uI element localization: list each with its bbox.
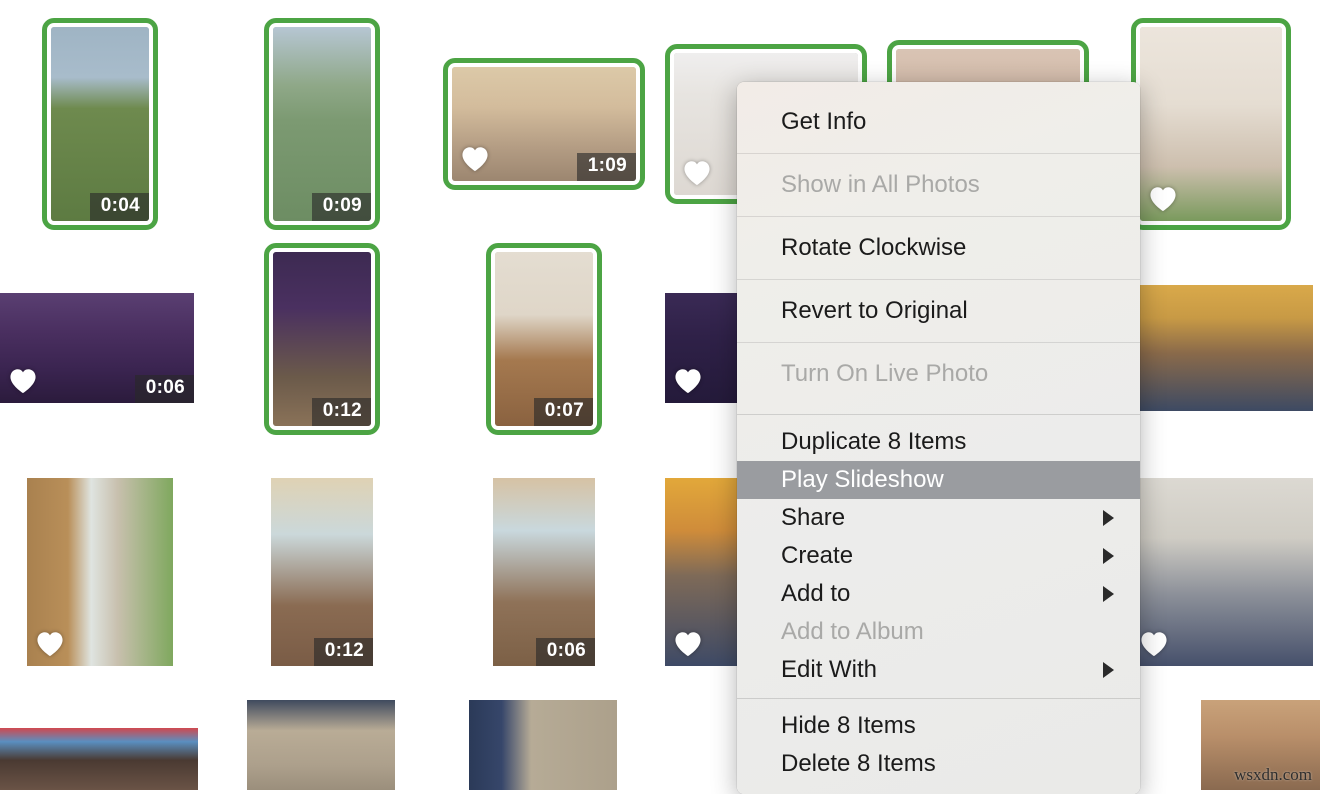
menu-item-turn-on-live-photo: Turn On Live Photo	[737, 343, 1140, 405]
photo-thumbnail[interactable]: 1:09	[443, 58, 645, 190]
menu-item-label: Hide 8 Items	[781, 712, 916, 739]
photo-thumbnail[interactable]: 0:04	[42, 18, 158, 230]
thumbnail-artwork	[1131, 285, 1313, 411]
thumbnail-image	[247, 700, 395, 790]
thumbnail-image	[1131, 478, 1313, 666]
video-duration-badge: 0:06	[134, 375, 194, 403]
thumbnail-artwork	[273, 27, 371, 221]
photo-thumbnail[interactable]: 0:06	[493, 478, 595, 666]
thumbnail-image	[0, 728, 198, 790]
photo-thumbnail[interactable]: 0:07	[486, 243, 602, 435]
photo-thumbnail[interactable]	[1131, 18, 1291, 230]
menu-item-share[interactable]: Share	[737, 499, 1140, 537]
menu-item-add-to[interactable]: Add to	[737, 575, 1140, 613]
menu-item-duplicate-8-items[interactable]: Duplicate 8 Items	[737, 423, 1140, 461]
menu-item-label: Add to Album	[781, 618, 924, 645]
menu-item-label: Get Info	[781, 108, 867, 135]
photo-thumbnail[interactable]	[27, 478, 173, 666]
submenu-arrow-icon	[1103, 586, 1114, 602]
thumbnail-image: 0:04	[51, 27, 149, 221]
submenu-arrow-icon	[1103, 510, 1114, 526]
favorite-heart-icon	[36, 631, 64, 657]
menu-item-label: Play Slideshow	[781, 466, 944, 493]
thumbnail-image: 0:06	[0, 293, 194, 403]
thumbnail-image: 0:06	[493, 478, 595, 666]
menu-item-label: Delete 8 Items	[781, 750, 936, 777]
video-duration-badge: 0:12	[311, 398, 371, 426]
photo-thumbnail[interactable]: 0:12	[271, 478, 373, 666]
menu-item-label: Revert to Original	[781, 297, 968, 324]
thumbnail-image: 0:07	[495, 252, 593, 426]
menu-item-rotate-clockwise[interactable]: Rotate Clockwise	[737, 217, 1140, 279]
thumbnail-artwork	[51, 27, 149, 221]
photo-thumbnail[interactable]: 0:06	[0, 293, 194, 403]
menu-item-show-in-all-photos: Show in All Photos	[737, 154, 1140, 216]
photo-thumbnail[interactable]	[0, 728, 198, 790]
thumbnail-artwork	[469, 700, 617, 790]
photo-thumbnail[interactable]	[469, 700, 617, 790]
menu-item-delete-8-items[interactable]: Delete 8 Items	[737, 745, 1140, 783]
menu-item-label: Add to	[781, 580, 851, 607]
video-duration-badge: 1:09	[576, 153, 636, 181]
menu-item-label: Show in All Photos	[781, 171, 980, 198]
menu-separator	[737, 698, 1140, 699]
thumbnail-image	[1140, 27, 1282, 221]
menu-item-create[interactable]: Create	[737, 537, 1140, 575]
thumbnail-image	[469, 700, 617, 790]
favorite-heart-icon	[461, 146, 489, 172]
favorite-heart-icon	[674, 368, 702, 394]
menu-item-get-info[interactable]: Get Info	[737, 91, 1140, 153]
photo-thumbnail[interactable]	[247, 700, 395, 790]
favorite-heart-icon	[1149, 186, 1177, 212]
video-duration-badge: 0:04	[89, 193, 149, 221]
menu-item-hide-8-items[interactable]: Hide 8 Items	[737, 707, 1140, 745]
photo-thumbnail[interactable]	[1131, 478, 1313, 666]
watermark: wsxdn.com	[1234, 765, 1312, 784]
menu-item-label: Turn On Live Photo	[781, 360, 989, 387]
favorite-heart-icon	[1140, 631, 1168, 657]
thumbnail-image	[27, 478, 173, 666]
favorite-heart-icon	[674, 631, 702, 657]
favorite-heart-icon	[9, 368, 37, 394]
video-duration-badge: 0:12	[313, 638, 373, 666]
menu-item-add-to-album: Add to Album	[737, 613, 1140, 651]
video-duration-badge: 0:09	[311, 193, 371, 221]
menu-item-label: Edit With	[781, 656, 878, 683]
thumbnail-artwork	[0, 728, 198, 790]
favorite-heart-icon	[683, 160, 711, 186]
video-duration-badge: 0:06	[535, 638, 595, 666]
submenu-arrow-icon	[1103, 548, 1114, 564]
menu-item-play-slideshow[interactable]: Play Slideshow	[737, 461, 1140, 499]
video-duration-badge: 0:07	[533, 398, 593, 426]
photo-thumbnail[interactable]	[1131, 285, 1313, 411]
thumbnail-artwork	[247, 700, 395, 790]
menu-item-label: Rotate Clockwise	[781, 234, 967, 261]
submenu-arrow-icon	[1103, 662, 1114, 678]
photo-thumbnail[interactable]: 0:12	[264, 243, 380, 435]
menu-item-label: Create	[781, 542, 854, 569]
menu-separator	[737, 414, 1140, 415]
menu-item-edit-with[interactable]: Edit With	[737, 651, 1140, 689]
photos-context-menu[interactable]: Get Info Show in All Photos Rotate Clockwi…	[737, 82, 1140, 794]
thumbnail-image: 1:09	[452, 67, 636, 181]
menu-item-revert-to-original[interactable]: Revert to Original	[737, 280, 1140, 342]
menu-item-label: Share	[781, 504, 846, 531]
photo-thumbnail[interactable]: 0:09	[264, 18, 380, 230]
thumbnail-image	[1131, 285, 1313, 411]
thumbnail-image: 0:09	[273, 27, 371, 221]
thumbnail-image: 0:12	[273, 252, 371, 426]
thumbnail-image: 0:12	[271, 478, 373, 666]
menu-item-label: Duplicate 8 Items	[781, 428, 967, 455]
